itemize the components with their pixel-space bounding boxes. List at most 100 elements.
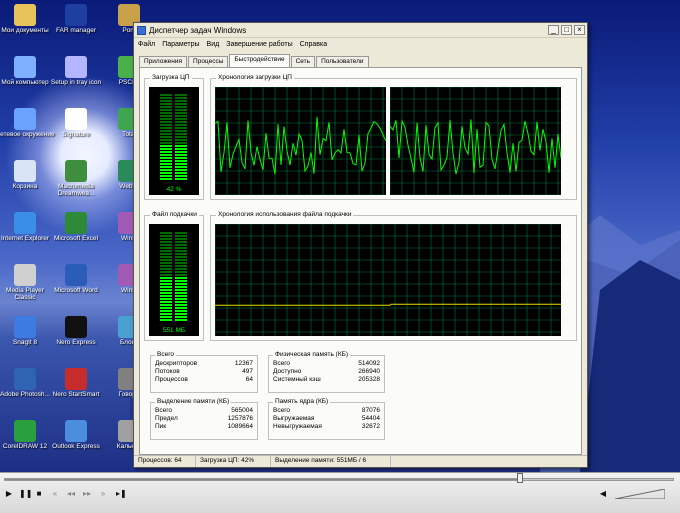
shortcut-label: Signature bbox=[62, 131, 90, 138]
meter-segment bbox=[175, 127, 187, 129]
status-commit: Выделение памяти: 551МБ / 6 bbox=[271, 456, 391, 467]
status-bar: Процессов: 64 Загрузка ЦП: 42% Выделение… bbox=[134, 455, 587, 467]
meter-segment bbox=[160, 130, 172, 132]
minimize-button[interactable]: _ bbox=[548, 25, 559, 35]
tab-users[interactable]: Пользователи bbox=[316, 56, 369, 67]
meter-segment bbox=[175, 286, 187, 288]
shortcut-label: Macromedia Dreamwea... bbox=[57, 183, 95, 197]
desktop-shortcut[interactable]: Setup in tray icon bbox=[46, 56, 106, 86]
desktop-shortcut[interactable]: Nero Express bbox=[46, 316, 106, 346]
next-icon[interactable]: » bbox=[98, 489, 108, 499]
commit-row: Всего 565004 bbox=[155, 407, 253, 414]
meter-segment bbox=[175, 163, 187, 165]
tab-applications[interactable]: Приложения bbox=[139, 56, 188, 67]
nero-startsmart-icon bbox=[65, 368, 87, 390]
tab-strip: Приложения Процессы Быстродействие Сеть … bbox=[139, 54, 370, 67]
menu-options[interactable]: Параметры bbox=[162, 41, 199, 48]
desktop-shortcut[interactable]: Microsoft Word bbox=[46, 264, 106, 294]
meter-segment bbox=[175, 250, 187, 252]
pagefile-label: Файл подкачки bbox=[150, 211, 199, 218]
nero-express-icon bbox=[65, 316, 87, 338]
cpu-meter: 42 % bbox=[149, 87, 199, 195]
meter-segment bbox=[175, 280, 187, 282]
meter-segment bbox=[160, 115, 172, 117]
frame-step-icon[interactable]: ▸❚ bbox=[116, 489, 127, 499]
stop-icon[interactable]: ■ bbox=[34, 489, 44, 499]
cpu-history-graph-1 bbox=[214, 86, 387, 196]
title-bar[interactable]: Диспетчер задач Windows _ □ × bbox=[134, 23, 587, 38]
pagefile-usage-trace bbox=[215, 303, 561, 306]
meter-segment bbox=[175, 232, 187, 234]
coreldraw-icon bbox=[14, 420, 36, 442]
meter-segment bbox=[160, 232, 172, 234]
meter-segment bbox=[160, 289, 172, 291]
seek-bar[interactable] bbox=[4, 478, 674, 481]
meter-segment bbox=[175, 319, 187, 321]
previous-icon[interactable]: « bbox=[50, 489, 60, 499]
desktop-shortcut[interactable]: FAR manager bbox=[46, 4, 106, 34]
commit-row: Предел 1257876 bbox=[155, 415, 253, 422]
totals-row: Потоков 497 bbox=[155, 368, 253, 375]
play-icon[interactable]: ▶ bbox=[4, 489, 14, 499]
meter-segment bbox=[175, 142, 187, 144]
meter-segment bbox=[175, 238, 187, 240]
volume-slider[interactable] bbox=[615, 489, 665, 499]
totals-row: Процессов 64 bbox=[155, 376, 253, 383]
meter-segment bbox=[175, 124, 187, 126]
meter-segment bbox=[160, 178, 172, 180]
meter-segment bbox=[160, 265, 172, 267]
tab-networking[interactable]: Сеть bbox=[290, 56, 316, 67]
rewind-icon[interactable]: ◂◂ bbox=[66, 489, 76, 499]
meter-segment bbox=[175, 130, 187, 132]
tab-processes[interactable]: Процессы bbox=[188, 56, 229, 67]
meter-segment bbox=[160, 250, 172, 252]
meter-segment bbox=[160, 121, 172, 123]
cpu-history-graph-2 bbox=[389, 86, 562, 196]
media-player-controls: ▶ ❚❚ ■ « ◂◂ ▸▸ » ▸❚ ◀ bbox=[0, 472, 680, 513]
meter-segment bbox=[175, 271, 187, 273]
meter-segment bbox=[175, 301, 187, 303]
meter-segment bbox=[175, 145, 187, 147]
menu-help[interactable]: Справка bbox=[300, 41, 327, 48]
meter-segment bbox=[175, 106, 187, 108]
physical-row: Всего 514092 bbox=[273, 360, 380, 367]
meter-segment bbox=[160, 271, 172, 273]
meter-segment bbox=[175, 235, 187, 237]
seek-progress bbox=[5, 479, 520, 480]
meter-segment bbox=[160, 154, 172, 156]
volume-icon[interactable]: ◀ bbox=[598, 489, 608, 499]
tab-performance[interactable]: Быстродействие bbox=[229, 54, 290, 67]
close-button[interactable]: × bbox=[574, 25, 585, 35]
menu-view[interactable]: Вид bbox=[207, 41, 220, 48]
meter-segment bbox=[160, 136, 172, 138]
task-manager-window[interactable]: Диспетчер задач Windows _ □ × Файл Парам… bbox=[133, 22, 588, 468]
cpu-usage-trace bbox=[214, 116, 387, 175]
meter-segment bbox=[175, 292, 187, 294]
menu-file[interactable]: Файл bbox=[138, 41, 155, 48]
menu-shutdown[interactable]: Завершение работы bbox=[226, 41, 292, 48]
desktop-shortcut[interactable]: Microsoft Excel bbox=[46, 212, 106, 242]
forward-icon[interactable]: ▸▸ bbox=[82, 489, 92, 499]
pause-icon[interactable]: ❚❚ bbox=[19, 489, 32, 499]
meter-segment bbox=[160, 295, 172, 297]
meter-segment bbox=[160, 94, 172, 96]
desktop-shortcut[interactable]: Macromedia Dreamwea... bbox=[46, 160, 106, 197]
recycle-bin-icon bbox=[14, 160, 36, 182]
desktop-shortcut[interactable]: Signature bbox=[46, 108, 106, 138]
meter-segment bbox=[175, 244, 187, 246]
desktop-shortcut[interactable]: Nero StartSmart bbox=[46, 368, 106, 398]
desktop-shortcut[interactable]: Outlook Express bbox=[46, 420, 106, 450]
excel-icon bbox=[65, 212, 87, 234]
meter-segment bbox=[160, 166, 172, 168]
task-manager-icon bbox=[137, 25, 146, 35]
meter-segment bbox=[175, 295, 187, 297]
physical-row: Доступно 266940 bbox=[273, 368, 380, 375]
kernel-row: Невыгружаемая 32672 bbox=[273, 423, 380, 430]
meter-segment bbox=[160, 172, 172, 174]
maximize-button[interactable]: □ bbox=[561, 25, 572, 35]
media-player-icon bbox=[14, 264, 36, 286]
seek-thumb[interactable] bbox=[516, 473, 523, 483]
meter-segment bbox=[160, 313, 172, 315]
meter-segment bbox=[160, 283, 172, 285]
shortcut-label: Nero StartSmart bbox=[52, 391, 100, 398]
